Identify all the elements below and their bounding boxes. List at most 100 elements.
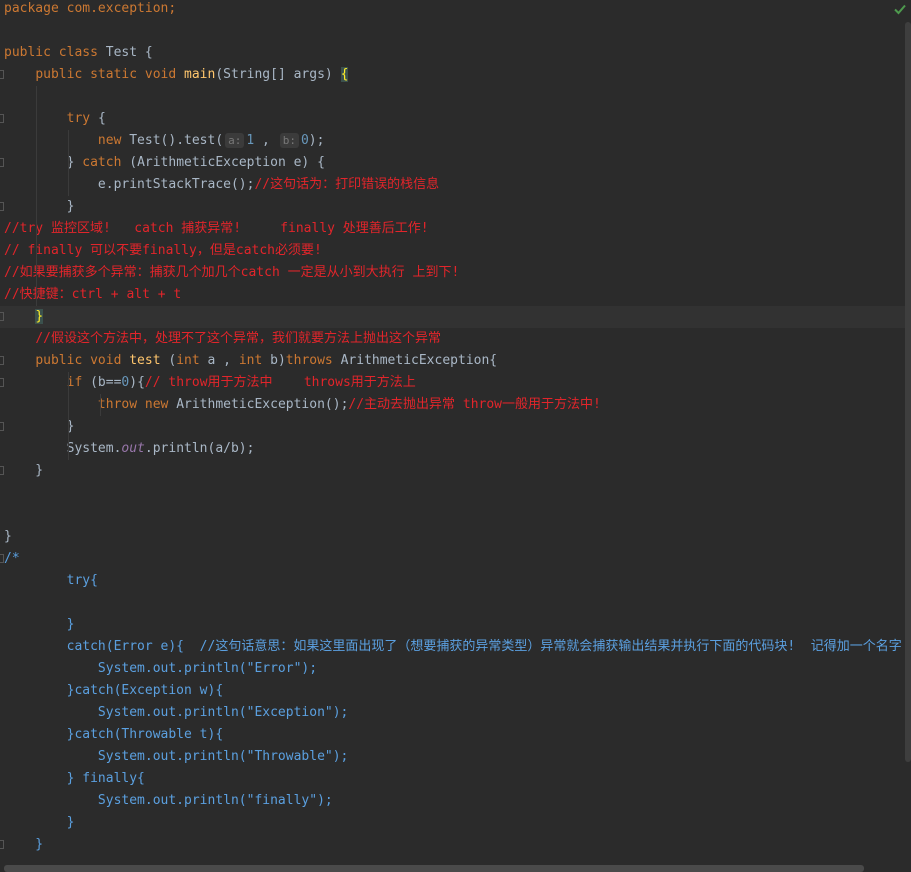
fold-marker-icon[interactable]: [0, 422, 4, 431]
code-line[interactable]: [0, 20, 905, 42]
code-line[interactable]: [0, 592, 905, 614]
fold-marker-icon[interactable]: [0, 312, 4, 321]
code-token: //快捷键：ctrl + alt + t: [4, 287, 182, 302]
code-line[interactable]: }: [0, 526, 905, 548]
fold-marker-icon[interactable]: [0, 378, 4, 387]
code-line[interactable]: }catch(Throwable t){: [0, 724, 905, 746]
code-line[interactable]: }: [0, 812, 905, 834]
code-token: /*: [4, 551, 20, 566]
code-line[interactable]: }: [0, 416, 905, 438]
code-token: Test {: [105, 45, 153, 60]
code-line[interactable]: [0, 482, 905, 504]
code-line[interactable]: public class Test {: [0, 42, 905, 64]
code-line[interactable]: // finally 可以不要finally，但是catch必须要!: [0, 240, 905, 262]
code-line[interactable]: //假设这个方法中，处理不了这个异常，我们就要方法上抛出这个异常: [0, 328, 905, 350]
code-line[interactable]: package com.exception;: [0, 0, 905, 20]
code-token: //主动去抛出异常 throw一般用于方法中!: [348, 397, 601, 412]
code-token: }: [4, 419, 75, 434]
code-token: throw new: [97, 397, 177, 412]
code-line[interactable]: }: [0, 834, 905, 856]
code-line[interactable]: catch(Error e){ //这句话意思：如果这里面出现了（想要捕获的异常…: [0, 636, 905, 658]
vertical-scrollbar[interactable]: [905, 22, 911, 762]
code-token: public static void: [35, 67, 185, 82]
code-line[interactable]: if (b==0){// throw用于方法中 throws用于方法上: [0, 372, 905, 394]
code-token: System.out.println("finally");: [4, 793, 333, 808]
indent-guide: [68, 372, 69, 460]
code-token: test: [129, 353, 169, 368]
code-line[interactable]: }: [0, 306, 905, 328]
code-token: {: [340, 67, 349, 82]
code-line[interactable]: [0, 86, 905, 108]
parameter-hint: b:: [279, 133, 299, 148]
code-token: Test().test(: [129, 133, 224, 148]
code-line[interactable]: //快捷键：ctrl + alt + t: [0, 284, 905, 306]
fold-marker-icon[interactable]: [0, 356, 4, 365]
code-token: System.out.println("Error");: [4, 661, 318, 676]
code-token: //这句话为：打印错误的栈信息: [254, 177, 440, 192]
code-token: System.: [4, 441, 122, 456]
code-token: int: [238, 353, 271, 368]
code-token: ){: [129, 375, 145, 390]
code-line[interactable]: /*: [0, 548, 905, 570]
code-line[interactable]: public static void main(String[] args) {: [0, 64, 905, 86]
code-token: (ArithmeticException e) {: [129, 155, 325, 170]
code-token: System.out.println("Throwable");: [4, 749, 349, 764]
code-line[interactable]: */: [0, 856, 905, 860]
code-line[interactable]: System.out.println("finally");: [0, 790, 905, 812]
fold-marker-icon[interactable]: [0, 466, 4, 475]
code-token: (String[] args): [215, 67, 341, 82]
code-editor[interactable]: package com.exception; public class Test …: [0, 0, 911, 872]
code-line[interactable]: } catch (ArithmeticException e) {: [0, 152, 905, 174]
code-token: if: [66, 375, 91, 390]
code-line[interactable]: System.out.println(a/b);: [0, 438, 905, 460]
fold-marker-icon[interactable]: [0, 114, 4, 123]
code-token: public void: [35, 353, 130, 368]
code-line[interactable]: try {: [0, 108, 905, 130]
code-line[interactable]: }: [0, 614, 905, 636]
code-token: } finally{: [4, 771, 145, 786]
code-line[interactable]: }: [0, 460, 905, 482]
code-line[interactable]: }catch(Exception w){: [0, 680, 905, 702]
code-token: {: [97, 111, 106, 126]
code-token: ArithmeticException{: [340, 353, 498, 368]
fold-marker-icon[interactable]: [0, 70, 4, 79]
code-token: (b==: [90, 375, 122, 390]
parameter-hint: a:: [225, 133, 245, 148]
code-token: }: [4, 155, 83, 170]
code-token: //try 监控区域! catch 捕获异常! finally 处理善后工作!: [4, 221, 429, 236]
code-line[interactable]: //如果要捕获多个异常：捕获几个加几个catch 一定是从小到大执行 上到下!: [0, 262, 905, 284]
code-token: ,: [254, 133, 278, 148]
code-token: }: [4, 463, 44, 478]
code-line[interactable]: System.out.println("Throwable");: [0, 746, 905, 768]
horizontal-scrollbar[interactable]: [4, 865, 864, 872]
code-token: }: [4, 199, 75, 214]
code-line[interactable]: System.out.println("Error");: [0, 658, 905, 680]
code-line[interactable]: e.printStackTrace();//这句话为：打印错误的栈信息: [0, 174, 905, 196]
code-line[interactable]: [0, 504, 905, 526]
code-line[interactable]: } finally{: [0, 768, 905, 790]
fold-marker-icon[interactable]: [0, 202, 4, 211]
code-token: //如果要捕获多个异常：捕获几个加几个catch 一定是从小到大执行 上到下!: [4, 265, 460, 280]
check-icon[interactable]: [893, 2, 907, 16]
code-token: int: [176, 353, 208, 368]
code-area[interactable]: package com.exception; public class Test …: [0, 0, 905, 860]
code-line[interactable]: public void test (int a , int b)throws A…: [0, 350, 905, 372]
code-line[interactable]: System.out.println("Exception");: [0, 702, 905, 724]
fold-marker-icon[interactable]: [0, 840, 4, 849]
fold-marker-icon[interactable]: [0, 554, 4, 563]
code-token: package com.exception;: [4, 1, 177, 16]
code-line[interactable]: }: [0, 196, 905, 218]
code-line[interactable]: new Test().test(a: 1 , b: 0);: [0, 130, 905, 152]
code-line[interactable]: //try 监控区域! catch 捕获异常! finally 处理善后工作!: [0, 218, 905, 240]
code-token: main: [184, 67, 216, 82]
code-token: .println(a/b);: [144, 441, 255, 456]
code-line[interactable]: try{: [0, 570, 905, 592]
code-line[interactable]: throw new ArithmeticException();//主动去抛出异…: [0, 394, 905, 416]
code-token: }: [35, 309, 44, 324]
fold-marker-icon[interactable]: [0, 158, 4, 167]
code-token: // throw用于方法中 throws用于方法上: [144, 375, 416, 390]
